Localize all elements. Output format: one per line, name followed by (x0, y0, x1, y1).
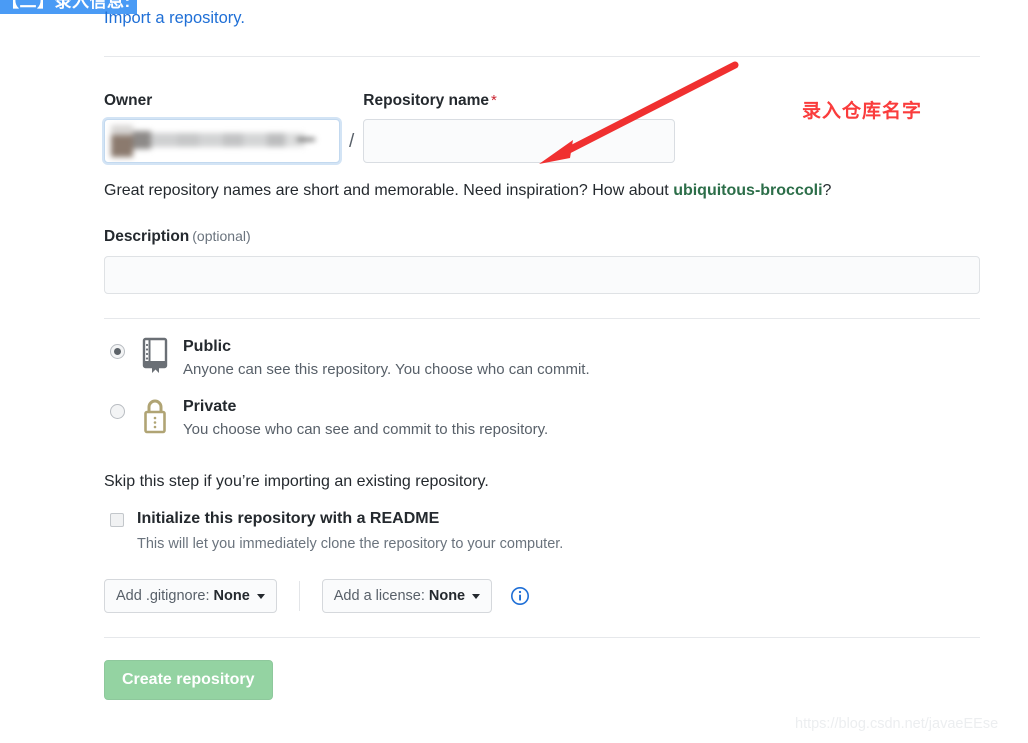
public-title: Public (183, 338, 232, 355)
help-suffix: ? (822, 182, 832, 199)
description-label-text: Description (104, 228, 190, 245)
description-optional-text: (optional) (192, 228, 251, 244)
readme-label: Initialize this repository with a README (137, 510, 440, 527)
readme-text-group: Initialize this repository with a README… (137, 509, 563, 555)
chevron-down-icon (472, 593, 481, 599)
gitignore-dropdown[interactable]: Add .gitignore: None (104, 579, 277, 613)
visibility-option-private[interactable]: Private You choose who can see and commi… (104, 395, 980, 441)
required-marker: * (491, 92, 497, 109)
owner-select[interactable] (104, 119, 340, 163)
owner-name-separator: / (349, 131, 355, 152)
import-repository-link[interactable]: Import a repository. (104, 0, 980, 28)
lock-icon (139, 397, 171, 435)
skip-step-text: Skip this step if you’re importing an ex… (104, 473, 489, 490)
dropdown-separator (298, 581, 300, 611)
private-description: You choose who can see and commit to thi… (183, 421, 549, 438)
description-field-group: Description (optional) (104, 228, 980, 294)
owner-field-group: Owner (104, 92, 340, 163)
create-repository-button[interactable]: Create repository (104, 660, 273, 700)
public-radio[interactable] (110, 344, 125, 359)
license-dropdown[interactable]: Add a license: None (321, 579, 493, 613)
description-label: Description (optional) (104, 228, 251, 245)
repo-book-icon (139, 337, 171, 375)
chevron-down-icon (256, 593, 265, 599)
license-value: None (428, 588, 466, 604)
repository-name-input[interactable] (363, 119, 676, 163)
license-prefix: Add a license: (333, 588, 425, 604)
repository-name-label: Repository name * (363, 92, 675, 110)
watermark-text: https://blog.csdn.net/javaeEEse (795, 716, 999, 732)
divider-description (104, 318, 980, 319)
visibility-options: Public Anyone can see this repository. Y… (104, 335, 980, 441)
readme-help: This will let you immediately clone the … (137, 536, 564, 552)
help-prefix: Great repository names are short and mem… (104, 182, 674, 199)
repository-name-help: Great repository names are short and mem… (104, 180, 980, 202)
repository-name-field-group: Repository name * (363, 92, 676, 163)
private-option-text: Private You choose who can see and commi… (183, 395, 548, 441)
template-dropdown-row: Add .gitignore: None Add a license: None (104, 579, 980, 613)
owner-value-redacted (111, 125, 327, 159)
annotation-repository-name-note: 录入仓库名字 (802, 101, 923, 122)
suggested-name-link[interactable]: ubiquitous-broccoli (673, 182, 822, 199)
readme-checkbox[interactable] (110, 513, 124, 527)
public-description: Anyone can see this repository. You choo… (183, 361, 590, 378)
info-circle-icon[interactable] (510, 586, 530, 606)
gitignore-prefix: Add .gitignore: (116, 588, 210, 604)
private-radio[interactable] (110, 404, 125, 419)
create-repository-page: 【二】录入信息: Import a repository. Owner / Re… (0, 0, 1028, 743)
divider-bottom (104, 637, 980, 638)
visibility-option-public[interactable]: Public Anyone can see this repository. Y… (104, 335, 980, 381)
private-title: Private (183, 398, 237, 415)
gitignore-value: None (213, 588, 250, 604)
divider-top (104, 56, 980, 57)
initialize-readme-row[interactable]: Initialize this repository with a README… (104, 509, 980, 555)
description-input[interactable] (104, 256, 980, 294)
owner-label: Owner (104, 92, 153, 109)
public-option-text: Public Anyone can see this repository. Y… (183, 335, 590, 381)
repository-name-label-text: Repository name (363, 92, 490, 109)
